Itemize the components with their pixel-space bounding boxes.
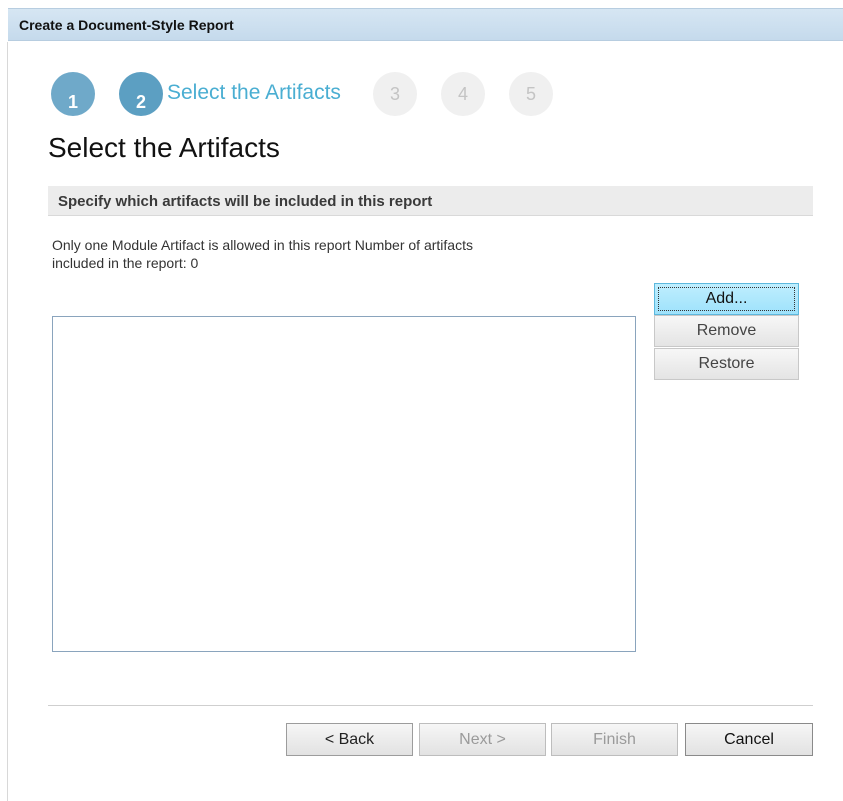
artifact-count-line: included in the report: 0 (52, 255, 199, 271)
wizard-step-2: 2 (119, 72, 163, 116)
dialog-title: Create a Document-Style Report (19, 17, 234, 33)
artifact-info-line: Only one Module Artifact is allowed in t… (52, 237, 473, 253)
wizard-step-number: 1 (67, 91, 78, 112)
next-button[interactable]: Next > (419, 723, 546, 756)
wizard-step-1: 1 (51, 72, 95, 116)
restore-artifact-button[interactable]: Restore (654, 348, 799, 380)
section-header-text: Specify which artifacts will be included… (58, 193, 433, 210)
section-header: Specify which artifacts will be included… (48, 186, 813, 216)
wizard-current-step-label: Select the Artifacts (167, 81, 341, 104)
artifacts-listbox[interactable] (52, 316, 636, 652)
cancel-button[interactable]: Cancel (685, 723, 813, 756)
page-title: Select the Artifacts (48, 132, 280, 163)
add-artifact-button[interactable]: Add... (654, 283, 799, 315)
wizard-step-3: 3 (373, 72, 417, 116)
back-button[interactable]: < Back (286, 723, 413, 756)
footer-divider (48, 705, 813, 706)
wizard-step-number: 2 (135, 91, 146, 112)
wizard-step-number: 3 (389, 83, 400, 104)
window-left-edge (0, 0, 8, 801)
remove-artifact-button[interactable]: Remove (654, 315, 799, 347)
wizard-step-number: 4 (457, 83, 468, 104)
artifact-info-text: Only one Module Artifact is allowed in t… (52, 236, 622, 272)
dialog-title-bar: Create a Document-Style Report (8, 8, 843, 41)
wizard-step-5: 5 (509, 72, 553, 116)
wizard-step-number: 5 (525, 83, 536, 104)
wizard-step-4: 4 (441, 72, 485, 116)
finish-button[interactable]: Finish (551, 723, 678, 756)
